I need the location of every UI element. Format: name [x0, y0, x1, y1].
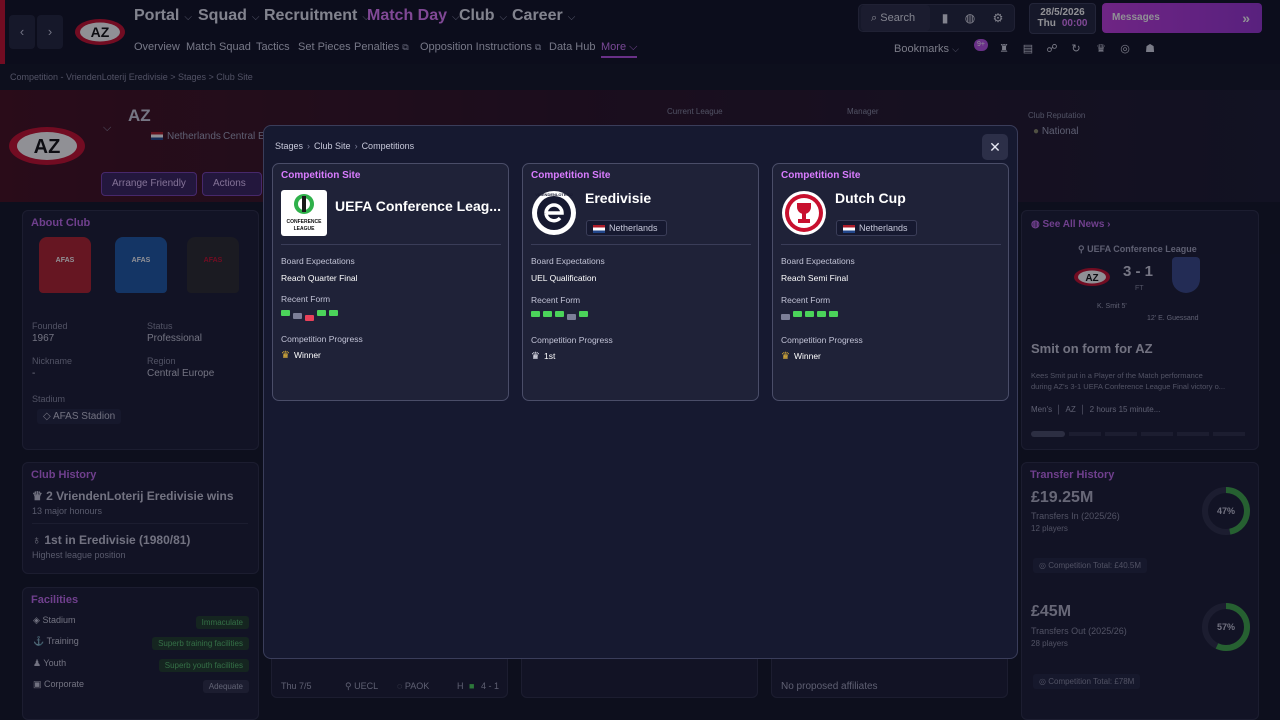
- form-result-w: [579, 311, 588, 317]
- form-result-d: [567, 314, 576, 320]
- chevron-right-icon: ›: [307, 141, 311, 151]
- breadcrumb-club-site[interactable]: Club Site: [314, 141, 351, 151]
- form-result-w: [555, 311, 564, 317]
- competition-country-text: Netherlands: [609, 223, 658, 233]
- netherlands-flag-icon: [843, 224, 855, 233]
- competition-country: Netherlands: [586, 220, 667, 236]
- breadcrumb-stages[interactable]: Stages: [275, 141, 303, 151]
- competition-progress-text: Winner: [793, 351, 821, 361]
- recent-form-label: Recent Form: [531, 295, 581, 305]
- form-result-w: [805, 311, 814, 317]
- recent-form-label: Recent Form: [281, 294, 331, 304]
- competition-card-conference-league[interactable]: Competition Site CONFERENCE LEAGUE UEFA …: [272, 163, 509, 401]
- competition-progress-value: ♛ 1st: [531, 351, 555, 362]
- form-result-w: [531, 311, 540, 317]
- svg-text:VRIENDENLOTERIJ: VRIENDENLOTERIJ: [535, 192, 573, 197]
- board-expectations-value: UEL Qualification: [531, 273, 597, 283]
- form-result-d: [293, 313, 302, 319]
- close-button[interactable]: ✕: [982, 134, 1008, 160]
- form-result-l: [305, 315, 314, 321]
- competition-site-link[interactable]: Competition Site: [531, 170, 610, 181]
- competition-progress-value: ♛ Winner: [281, 350, 321, 361]
- competition-progress-label: Competition Progress: [781, 335, 863, 345]
- competition-progress-text: Winner: [293, 350, 321, 360]
- board-expectations-value: Reach Semi Final: [781, 273, 849, 283]
- dutch-cup-logo: [782, 191, 826, 235]
- form-result-d: [781, 314, 790, 320]
- chevron-right-icon: ›: [354, 141, 358, 151]
- competition-country: Netherlands: [836, 220, 917, 236]
- divider: [781, 244, 1001, 245]
- trophy-icon: ♛: [781, 351, 790, 362]
- close-icon: ✕: [989, 139, 1001, 155]
- competitions-modal: Stages › Club Site › Competitions ✕ Competit…: [263, 125, 1018, 659]
- svg-text:LEAGUE: LEAGUE: [294, 226, 316, 232]
- breadcrumb-competitions: Competitions: [361, 141, 415, 151]
- board-expectations-label: Board Expectations: [781, 256, 855, 266]
- competition-name[interactable]: Eredivisie: [585, 190, 753, 206]
- eredivisie-logo: VRIENDENLOTERIJ: [532, 191, 576, 235]
- competition-progress-value: ♛ Winner: [781, 351, 821, 362]
- competition-name[interactable]: UEFA Conference Leag...: [335, 198, 503, 214]
- board-expectations-label: Board Expectations: [281, 256, 355, 266]
- divider: [531, 244, 751, 245]
- competition-country-text: Netherlands: [859, 223, 908, 233]
- netherlands-flag-icon: [593, 224, 605, 233]
- competition-site-link[interactable]: Competition Site: [781, 170, 860, 181]
- board-expectations-label: Board Expectations: [531, 256, 605, 266]
- form-result-w: [829, 311, 838, 317]
- competition-site-link[interactable]: Competition Site: [281, 170, 360, 181]
- competition-card-dutch-cup[interactable]: Competition Site Dutch Cup Netherlands B…: [772, 163, 1009, 401]
- competition-name[interactable]: Dutch Cup: [835, 190, 1003, 206]
- svg-text:CONFERENCE: CONFERENCE: [286, 219, 322, 225]
- form-result-w: [281, 310, 290, 316]
- competition-progress-label: Competition Progress: [281, 334, 363, 344]
- modal-breadcrumb: Stages › Club Site › Competitions: [275, 141, 414, 151]
- form-result-w: [329, 310, 338, 316]
- competition-progress-label: Competition Progress: [531, 335, 613, 345]
- competition-progress-text: 1st: [543, 351, 556, 361]
- conference-league-logo: CONFERENCE LEAGUE: [281, 190, 327, 236]
- form-result-w: [817, 311, 826, 317]
- divider: [281, 244, 501, 245]
- recent-form-label: Recent Form: [781, 295, 831, 305]
- competition-card-eredivisie[interactable]: Competition Site VRIENDENLOTERIJ Eredivi…: [522, 163, 759, 401]
- form-result-w: [317, 310, 326, 316]
- form-result-w: [793, 311, 802, 317]
- form-result-w: [543, 311, 552, 317]
- trophy-icon: ♛: [281, 350, 290, 361]
- board-expectations-value: Reach Quarter Final: [281, 273, 358, 283]
- trophy-icon: ♛: [531, 351, 540, 362]
